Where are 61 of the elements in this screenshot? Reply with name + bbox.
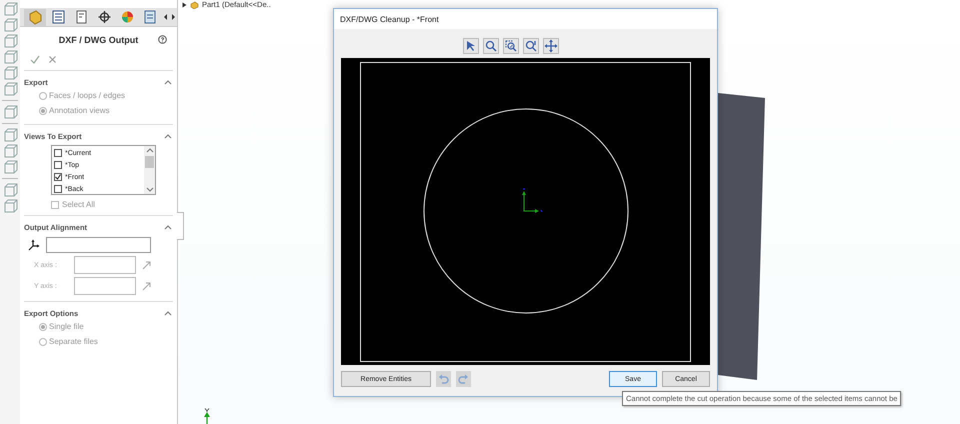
- collapse-icon[interactable]: [163, 308, 173, 318]
- zoom-fit-button[interactable]: [522, 38, 538, 54]
- view-cube-icon[interactable]: [2, 183, 18, 197]
- scroll-right-icon[interactable]: [171, 13, 176, 21]
- scroll-up-icon[interactable]: [145, 146, 154, 155]
- zoom-area-icon: [504, 39, 518, 53]
- list-icon: [142, 9, 158, 25]
- close-icon[interactable]: [48, 55, 57, 64]
- feature-tree-tab[interactable]: [24, 8, 46, 26]
- dialog-title: DXF/DWG Cleanup - *Front: [334, 9, 717, 29]
- zoom-area-button[interactable]: [502, 38, 518, 54]
- checkbox-label: Select All: [62, 200, 95, 209]
- zoom-in-button[interactable]: [482, 38, 498, 54]
- scroll-down-icon[interactable]: [145, 185, 154, 194]
- input-field: [74, 256, 136, 274]
- arrow-icon[interactable]: [142, 260, 151, 270]
- panel-title: DXF / DWG Output: [58, 35, 138, 45]
- checkbox[interactable]: [54, 173, 62, 181]
- scroll-left-icon[interactable]: [163, 13, 168, 21]
- collapse-icon[interactable]: [163, 222, 173, 232]
- radio-label: Faces / loops / edges: [49, 91, 126, 100]
- view-cube-icon[interactable]: [2, 105, 18, 119]
- checkbox[interactable]: [54, 149, 62, 157]
- crosshair-icon: [96, 9, 112, 25]
- zoom-fit-icon: [524, 39, 538, 53]
- pan-icon: [544, 39, 558, 53]
- checkbox[interactable]: [54, 185, 62, 193]
- view-cube-icon[interactable]: [2, 199, 18, 213]
- view-cube-icon[interactable]: [2, 128, 18, 142]
- view-cube-icon[interactable]: [2, 2, 18, 16]
- select-button[interactable]: [462, 38, 478, 54]
- expand-arrow-icon[interactable]: [182, 2, 187, 8]
- collapse-icon[interactable]: [163, 78, 173, 86]
- view-cube-icon[interactable]: [2, 66, 18, 80]
- checkmark-icon[interactable]: [30, 55, 40, 64]
- axis-icon: [202, 408, 212, 424]
- coordinate-system-icon: [28, 239, 40, 251]
- axis-triad-icon: [522, 188, 543, 213]
- part-icon: [190, 0, 199, 8]
- list-icon: [50, 9, 66, 25]
- checkbox[interactable]: [54, 161, 62, 169]
- zoom-in-icon: [484, 39, 498, 53]
- view-cube-icon[interactable]: [2, 50, 18, 64]
- input-field: [74, 277, 136, 295]
- radio-label: Separate files: [49, 337, 98, 346]
- panel-flyout-tab[interactable]: [177, 212, 184, 240]
- scrollbar[interactable]: [144, 146, 155, 194]
- radio-label: Single file: [49, 322, 84, 331]
- collapse-icon[interactable]: [163, 132, 173, 140]
- input-field[interactable]: [46, 237, 151, 253]
- view-cube-icon[interactable]: [2, 18, 18, 32]
- checkbox[interactable]: [51, 200, 59, 208]
- view-cube-icon[interactable]: [2, 82, 18, 96]
- help-icon[interactable]: [158, 35, 167, 44]
- pan-button[interactable]: [542, 38, 558, 54]
- view-cube-icon[interactable]: [2, 160, 18, 174]
- part-icon: [26, 9, 44, 25]
- radio-label: Annotation views: [49, 106, 110, 115]
- arrow-icon[interactable]: [142, 282, 151, 290]
- view-cube-icon[interactable]: [2, 34, 18, 48]
- view-cube-icon[interactable]: [2, 144, 18, 158]
